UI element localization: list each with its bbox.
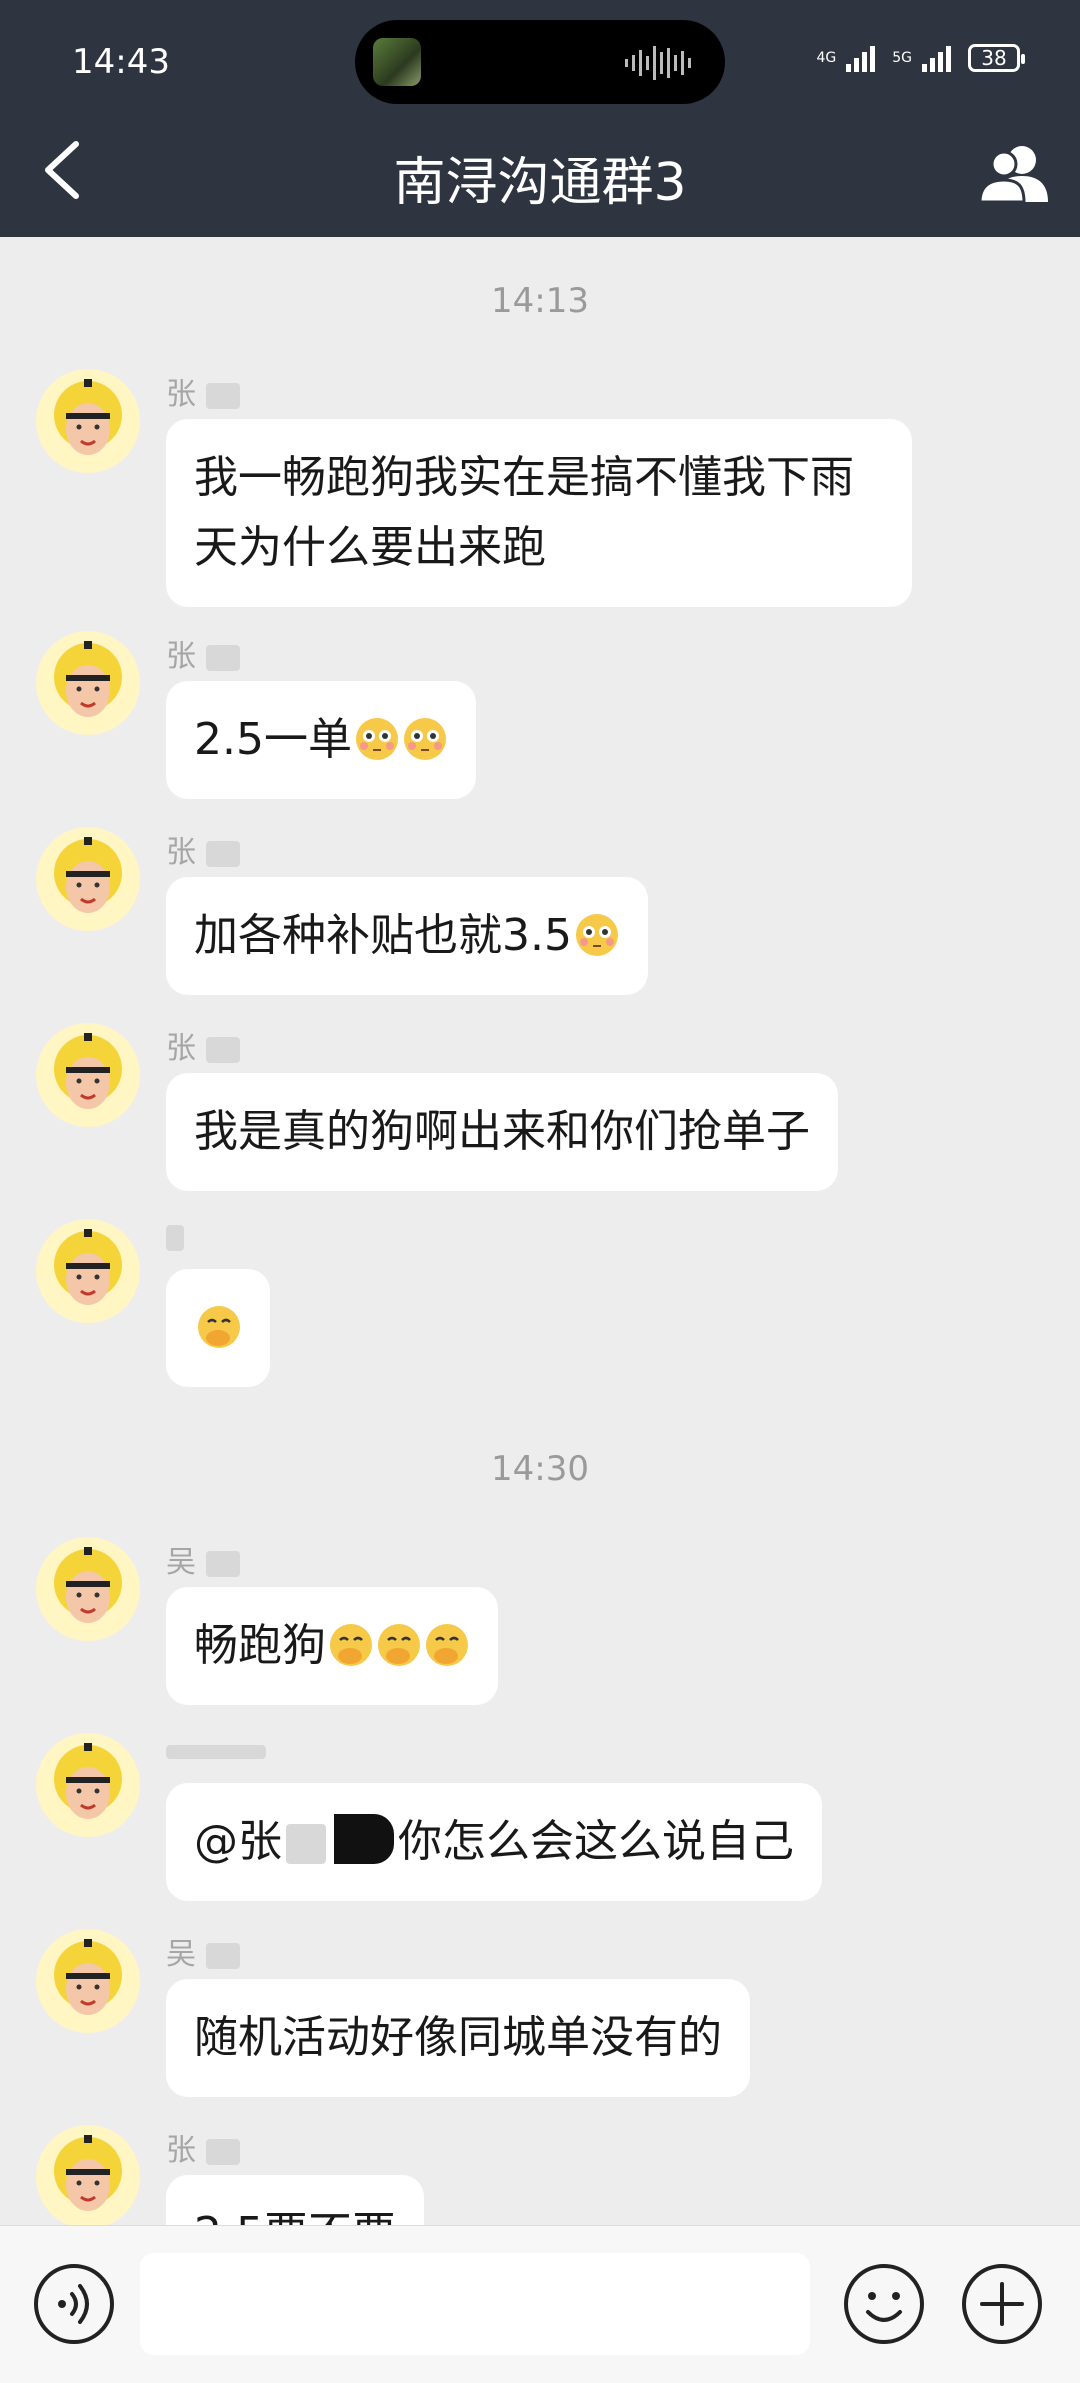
time-separator: 14:13 xyxy=(491,281,589,321)
network-label-1: 4G xyxy=(816,50,837,66)
signal-icon-2 xyxy=(922,46,951,72)
face-with-hand-over-mouth-icon xyxy=(426,1624,468,1666)
sender-name: 张 xyxy=(166,631,240,675)
avatar[interactable] xyxy=(36,1219,140,1323)
emoji-button[interactable] xyxy=(842,2262,926,2346)
message-bubble[interactable] xyxy=(166,1269,270,1387)
flushed-face-icon xyxy=(575,914,618,956)
mention-text[interactable]: @张 xyxy=(194,1816,282,1867)
sender-name: 张 xyxy=(166,2125,240,2169)
avatar[interactable] xyxy=(36,369,140,473)
sender-name: 张 xyxy=(166,369,240,413)
face-with-hand-over-mouth-icon xyxy=(198,1306,240,1348)
chat-message-list[interactable]: 14:13 张 我一畅跑狗我实在是搞不懂我下雨天为什么要出来跑 张 2.5一单 … xyxy=(0,237,1080,2225)
flushed-face-icon xyxy=(403,718,446,760)
status-time: 14:43 xyxy=(72,42,170,82)
group-members-icon[interactable] xyxy=(978,140,1050,204)
audio-wave-icon xyxy=(625,46,691,80)
group-title: 南浔沟通群3 xyxy=(393,153,687,213)
sender-name: 张 xyxy=(166,1023,240,1067)
message-bubble[interactable]: 加各种补贴也就3.5 xyxy=(166,877,648,995)
message-bubble[interactable]: @张 你怎么会这么说自己 xyxy=(166,1783,822,1901)
message-text: 2.5一单 xyxy=(194,714,352,765)
message-text: 你怎么会这么说自己 xyxy=(398,1816,794,1867)
message-text: 畅跑狗 xyxy=(194,1620,326,1671)
status-icons: 4G 5G 38 xyxy=(816,44,1025,72)
media-thumbnail-icon xyxy=(373,38,421,86)
more-actions-button[interactable] xyxy=(960,2262,1044,2346)
redacted-block xyxy=(334,1814,394,1864)
network-label-2: 5G xyxy=(892,50,912,66)
avatar[interactable] xyxy=(36,1733,140,1837)
message-text: 加各种补贴也就3.5 xyxy=(194,910,572,961)
input-bar xyxy=(0,2225,1080,2383)
avatar[interactable] xyxy=(36,1537,140,1641)
sender-name xyxy=(166,1733,266,1768)
time-separator: 14:30 xyxy=(491,1449,589,1489)
chat-header: 14:43 4G 5G 38 南浔沟通群3 xyxy=(0,0,1080,237)
message-input[interactable] xyxy=(140,2253,810,2355)
dynamic-island xyxy=(355,20,725,104)
message-bubble[interactable]: 畅跑狗 xyxy=(166,1587,498,1705)
message-bubble[interactable]: 随机活动好像同城单没有的 xyxy=(166,1979,750,2097)
avatar[interactable] xyxy=(36,1023,140,1127)
message-bubble[interactable]: 2.5一单 xyxy=(166,681,476,799)
message-bubble[interactable]: 我一畅跑狗我实在是搞不懂我下雨天为什么要出来跑 xyxy=(166,419,912,607)
message-bubble[interactable]: 我是真的狗啊出来和你们抢单子 xyxy=(166,1073,838,1191)
sender-name: 吴 xyxy=(166,1929,240,1973)
battery-icon: 38 xyxy=(968,44,1025,72)
sender-name xyxy=(166,1219,184,1254)
avatar[interactable] xyxy=(36,1929,140,2033)
sender-name: 张 xyxy=(166,827,240,871)
face-with-hand-over-mouth-icon xyxy=(378,1624,420,1666)
message-bubble[interactable]: 2.5要不要 xyxy=(166,2175,424,2225)
sender-name: 吴 xyxy=(166,1537,240,1581)
avatar[interactable] xyxy=(36,2125,140,2225)
face-with-hand-over-mouth-icon xyxy=(330,1624,372,1666)
avatar[interactable] xyxy=(36,631,140,735)
signal-icon xyxy=(846,46,876,72)
flushed-face-icon xyxy=(355,718,398,760)
voice-input-button[interactable] xyxy=(32,2262,116,2346)
avatar[interactable] xyxy=(36,827,140,931)
